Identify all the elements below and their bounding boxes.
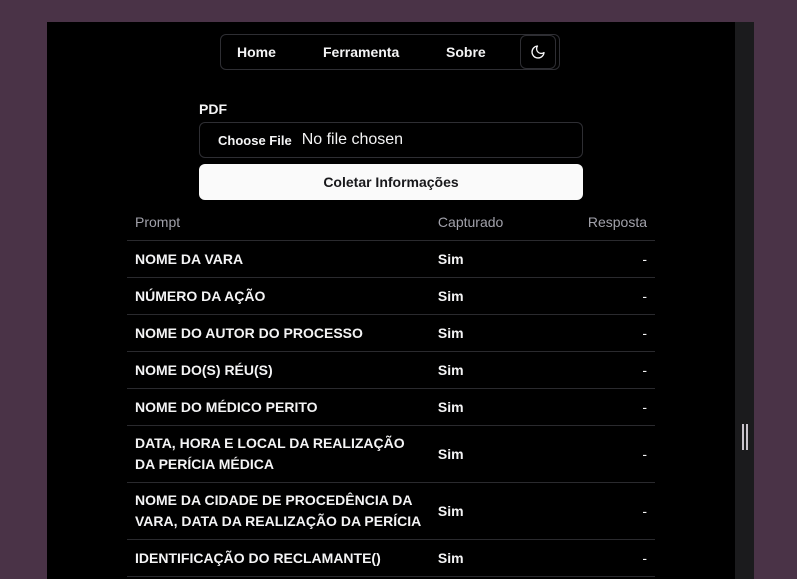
table-row: NOME DO AUTOR DO PROCESSO Sim - (127, 314, 655, 352)
scrollbar[interactable] (735, 22, 754, 579)
navigation-bar: Home Ferramenta Sobre (220, 34, 560, 70)
file-status-text: No file chosen (301, 131, 404, 148)
moon-icon (531, 45, 545, 59)
cell-response: - (541, 388, 655, 426)
cell-prompt: NOME DO(S) RÉU(S) (127, 351, 430, 389)
cell-response: - (541, 314, 655, 352)
table-row: IDENTIFICAÇÃO DO RECLAMANTE() Sim - (127, 539, 655, 577)
cell-prompt: NOME DO AUTOR DO PROCESSO (127, 314, 430, 352)
table-row: NOME DO MÉDICO PERITO Sim - (127, 388, 655, 426)
pdf-file-input[interactable]: Choose File No file chosen (199, 122, 583, 158)
cell-prompt: DATA, HORA E LOCAL DA REALIZAÇÃO DA PERÍ… (127, 425, 430, 483)
cell-response: - (541, 425, 655, 483)
table-row: NÚMERO DA AÇÃO Sim - (127, 277, 655, 315)
results-table: Prompt Capturado Resposta NOME DA VARA S… (127, 203, 655, 577)
nav-tool-link[interactable]: Ferramenta (323, 44, 399, 60)
cell-captured: Sim (429, 425, 542, 483)
cell-prompt: IDENTIFICAÇÃO DO RECLAMANTE() (127, 539, 430, 577)
cell-response: - (541, 277, 655, 315)
cell-captured: Sim (429, 351, 542, 389)
cell-response: - (541, 539, 655, 577)
table-row: NOME DA VARA Sim - (127, 240, 655, 278)
cell-captured: Sim (429, 388, 542, 426)
nav-about-link[interactable]: Sobre (446, 44, 486, 60)
collect-info-button[interactable]: Coletar Informações (199, 164, 583, 200)
pdf-label: PDF (199, 101, 227, 117)
nav-home-link[interactable]: Home (237, 44, 276, 60)
window-frame (0, 0, 797, 22)
resize-bar (746, 424, 748, 450)
cell-response: - (541, 240, 655, 278)
resize-bar (742, 424, 744, 450)
cell-response: - (541, 351, 655, 389)
cell-captured: Sim (429, 277, 542, 315)
cell-response: - (541, 482, 655, 540)
theme-toggle-button[interactable] (520, 35, 556, 69)
cell-prompt: NOME DA CIDADE DE PROCEDÊNCIA DA VARA, D… (127, 482, 430, 540)
header-response: Resposta (541, 203, 655, 241)
cell-captured: Sim (429, 314, 542, 352)
header-captured: Capturado (429, 203, 542, 241)
choose-file-button[interactable]: Choose File (218, 133, 292, 148)
cell-captured: Sim (429, 240, 542, 278)
cell-captured: Sim (429, 539, 542, 577)
table-row: DATA, HORA E LOCAL DA REALIZAÇÃO DA PERÍ… (127, 425, 655, 483)
header-prompt: Prompt (127, 203, 430, 241)
cell-prompt: NOME DA VARA (127, 240, 430, 278)
cell-prompt: NÚMERO DA AÇÃO (127, 277, 430, 315)
cell-prompt: NOME DO MÉDICO PERITO (127, 388, 430, 426)
table-row: NOME DO(S) RÉU(S) Sim - (127, 351, 655, 389)
cell-captured: Sim (429, 482, 542, 540)
table-row: NOME DA CIDADE DE PROCEDÊNCIA DA VARA, D… (127, 482, 655, 540)
app-window: Home Ferramenta Sobre PDF Choose File No… (47, 22, 754, 579)
resize-handle[interactable] (742, 424, 748, 450)
table-header-row: Prompt Capturado Resposta (127, 203, 655, 241)
